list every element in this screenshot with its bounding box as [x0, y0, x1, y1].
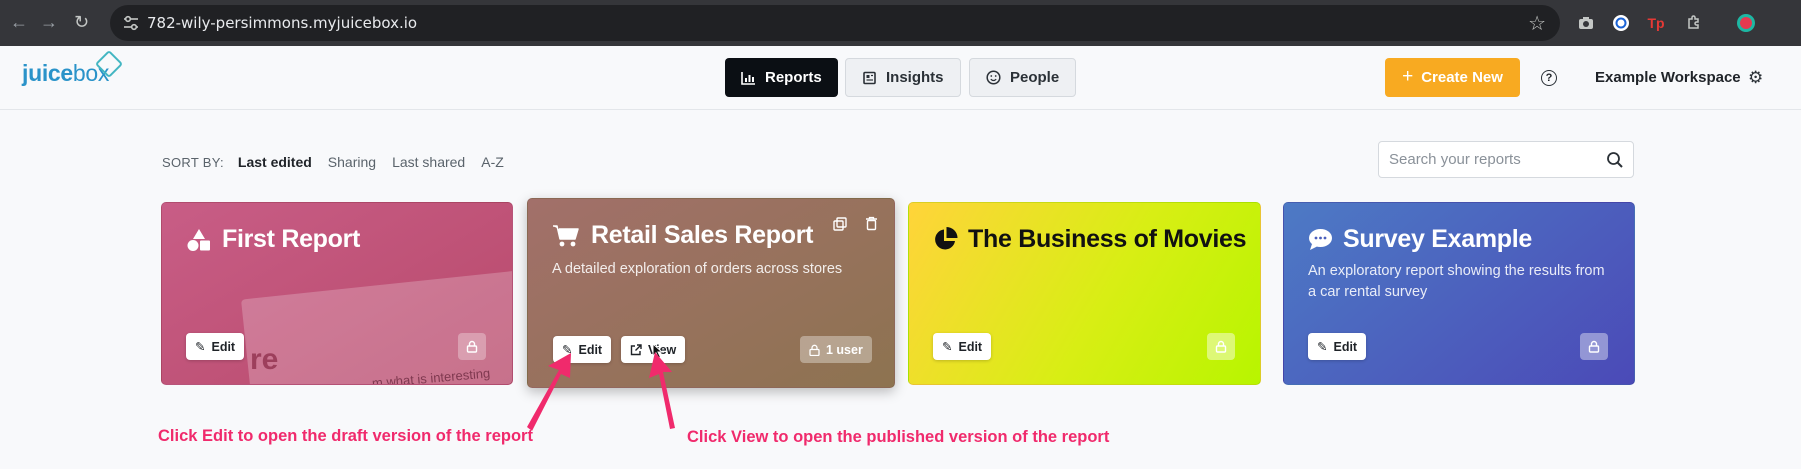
edit-annotation-text: Click Edit to open the draft version of … [158, 427, 533, 445]
edit-arrow [527, 353, 571, 431]
view-arrow [649, 352, 675, 429]
annotation-arrows [527, 352, 675, 431]
view-annotation-text: Click View to open the published version… [687, 428, 1110, 446]
